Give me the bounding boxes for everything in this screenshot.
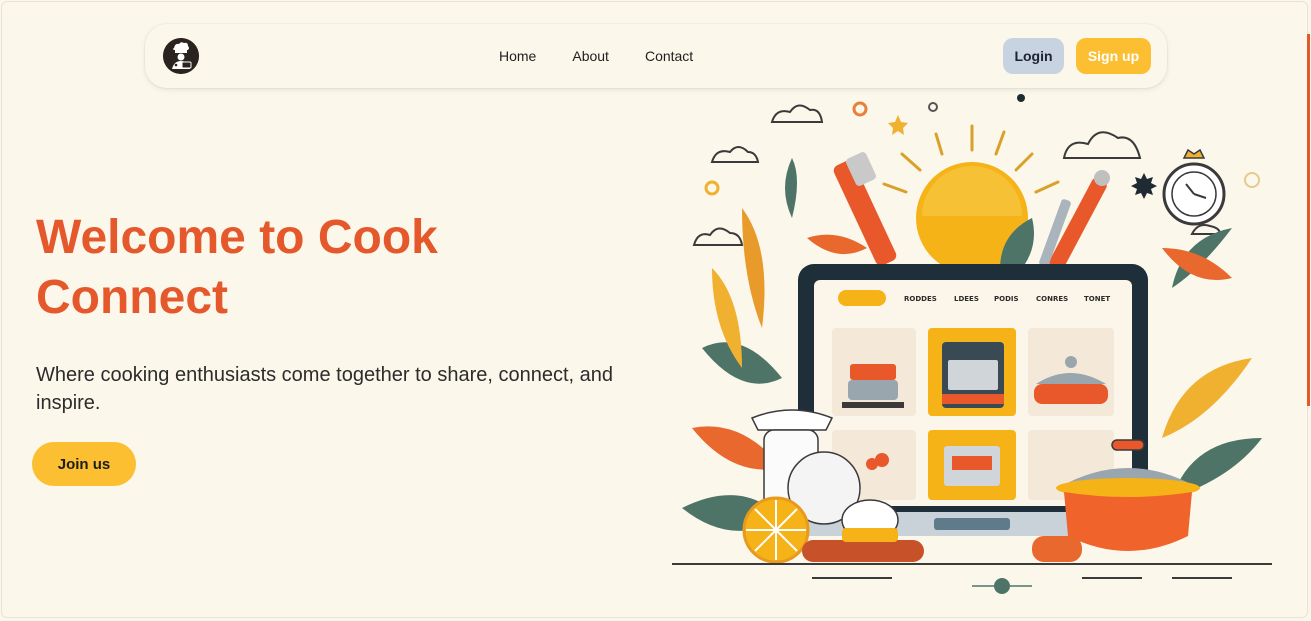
illus-nav-2: LDEES — [954, 295, 979, 303]
hero-title: Welcome to Cook Connect — [36, 211, 438, 324]
signup-button[interactable]: Sign up — [1076, 38, 1151, 74]
nav-link-about[interactable]: About — [572, 48, 609, 64]
illus-nav-5: TONET — [1084, 295, 1110, 303]
nav-link-home[interactable]: Home — [499, 48, 536, 64]
illus-nav-3: PODIS — [994, 295, 1019, 303]
login-button[interactable]: Login — [1003, 38, 1064, 74]
hero-subtitle: Where cooking enthusiasts come together … — [36, 364, 614, 414]
navbar: Home About Contact Login Sign up — [145, 24, 1167, 88]
nav-link-contact[interactable]: Contact — [645, 48, 693, 64]
hero-illustration: RODDES LDEES PODIS CONRES TONET — [672, 88, 1277, 596]
chef-logo-icon[interactable] — [163, 38, 199, 74]
illus-nav-1: RODDES — [904, 295, 937, 303]
nav-links: Home About Contact — [499, 24, 693, 88]
join-us-button[interactable]: Join us — [32, 442, 136, 486]
edge-accent-line — [1307, 34, 1310, 406]
illus-nav-4: CONRES — [1036, 295, 1068, 303]
